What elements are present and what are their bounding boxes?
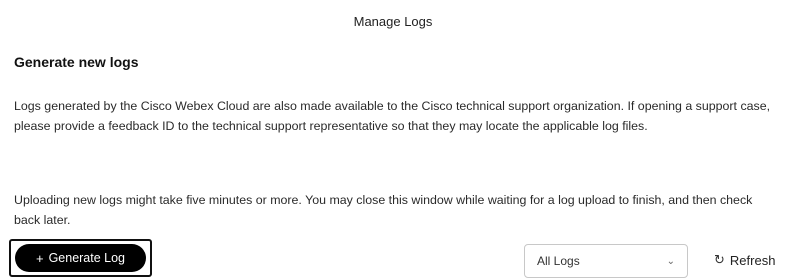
refresh-icon: ↻ <box>714 252 725 267</box>
generate-log-button[interactable]: + Generate Log <box>15 244 146 272</box>
page-title: Manage Logs <box>353 14 433 29</box>
upload-info-text: Uploading new logs might take five minut… <box>14 193 753 227</box>
section-heading: Generate new logs <box>14 54 139 70</box>
refresh-label: Refresh <box>729 252 776 268</box>
chevron-down-icon: ⌄ <box>666 255 675 267</box>
generate-log-focus-ring: + Generate Log <box>9 239 152 277</box>
plus-icon: + <box>35 250 44 266</box>
support-info-text: Logs generated by the Cisco Webex Cloud … <box>14 99 771 133</box>
manage-logs-panel: Manage Logs Generate new logs Logs gener… <box>0 0 786 280</box>
refresh-button[interactable]: ↻ Refresh <box>714 252 775 268</box>
log-filter-select[interactable]: All Logs ⌄ <box>524 244 688 278</box>
log-filter-value: All Logs <box>537 254 580 268</box>
generate-log-label: Generate Log <box>48 251 126 265</box>
